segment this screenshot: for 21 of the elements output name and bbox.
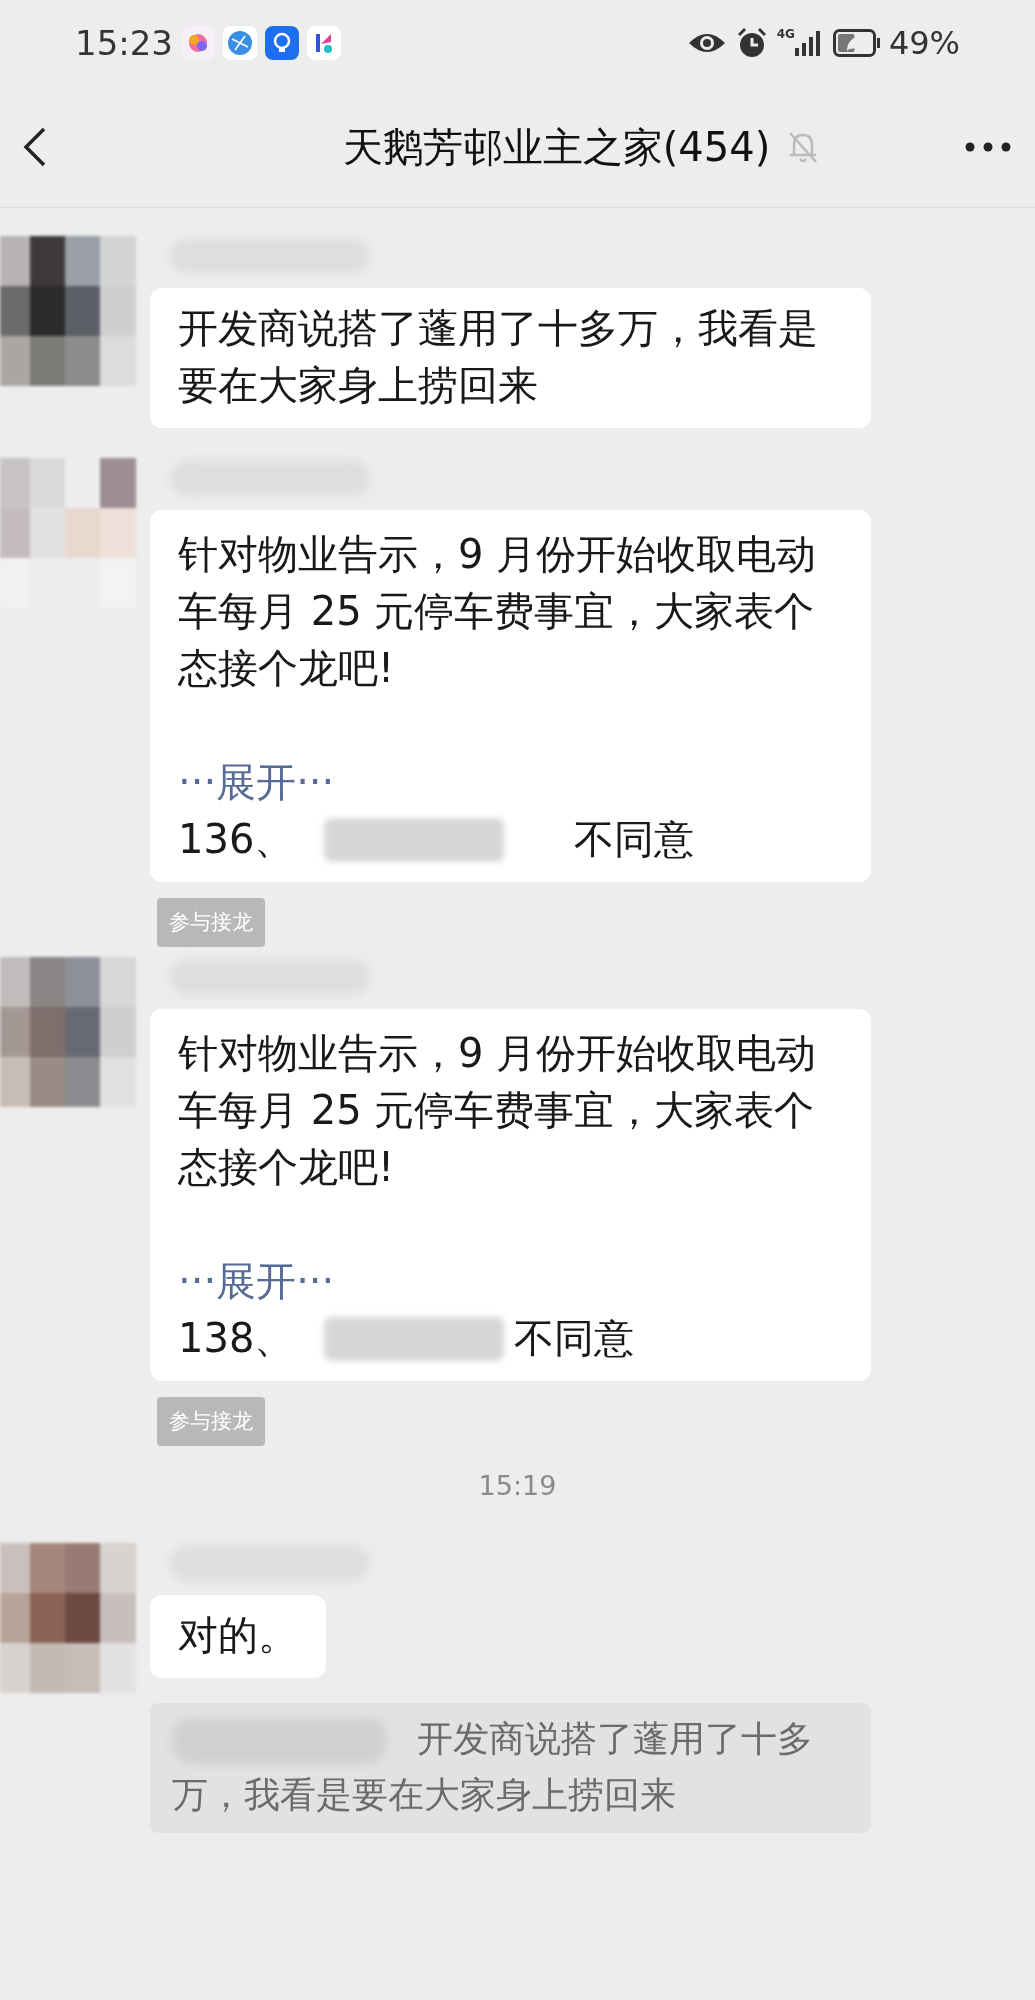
expand-link[interactable]: ···展开··· [178, 754, 335, 811]
entry-text: 不同意 [574, 815, 695, 864]
message-bubble: 开发商说搭了蓬用了十多万，我看是要在大家身上捞回来 [150, 288, 871, 428]
quoted-message: 开发商说搭了蓬用了十多万，我看是要在大家身上捞回来 [150, 1702, 871, 1833]
entry-number: 138、 [178, 1314, 295, 1363]
expand-link[interactable]: ···展开··· [178, 1253, 335, 1310]
battery-icon [832, 29, 881, 57]
app-icon [223, 26, 257, 60]
app-icon [307, 26, 341, 60]
battery-percent: 49% [888, 23, 960, 64]
status-time: 15:23 [75, 21, 173, 65]
timestamp: 15:19 [477, 1469, 558, 1503]
app-icon [181, 26, 215, 60]
message-text: 针对物业告示，9 月份开始收取电动车每月 25 元停车费事宜，大家表个态接个龙吧! [178, 530, 818, 693]
chat-title: 天鹅芳邨业主之家(454) [342, 122, 771, 172]
message-bubble: 对的。 [150, 1594, 326, 1678]
network-label: 4G [776, 28, 795, 40]
entry-text: 不同意 [514, 1314, 635, 1363]
message-text: 针对物业告示，9 月份开始收取电动车每月 25 元停车费事宜，大家表个态接个龙吧! [178, 1029, 818, 1192]
app-icon [265, 26, 299, 60]
entry-number: 136、 [178, 815, 295, 864]
